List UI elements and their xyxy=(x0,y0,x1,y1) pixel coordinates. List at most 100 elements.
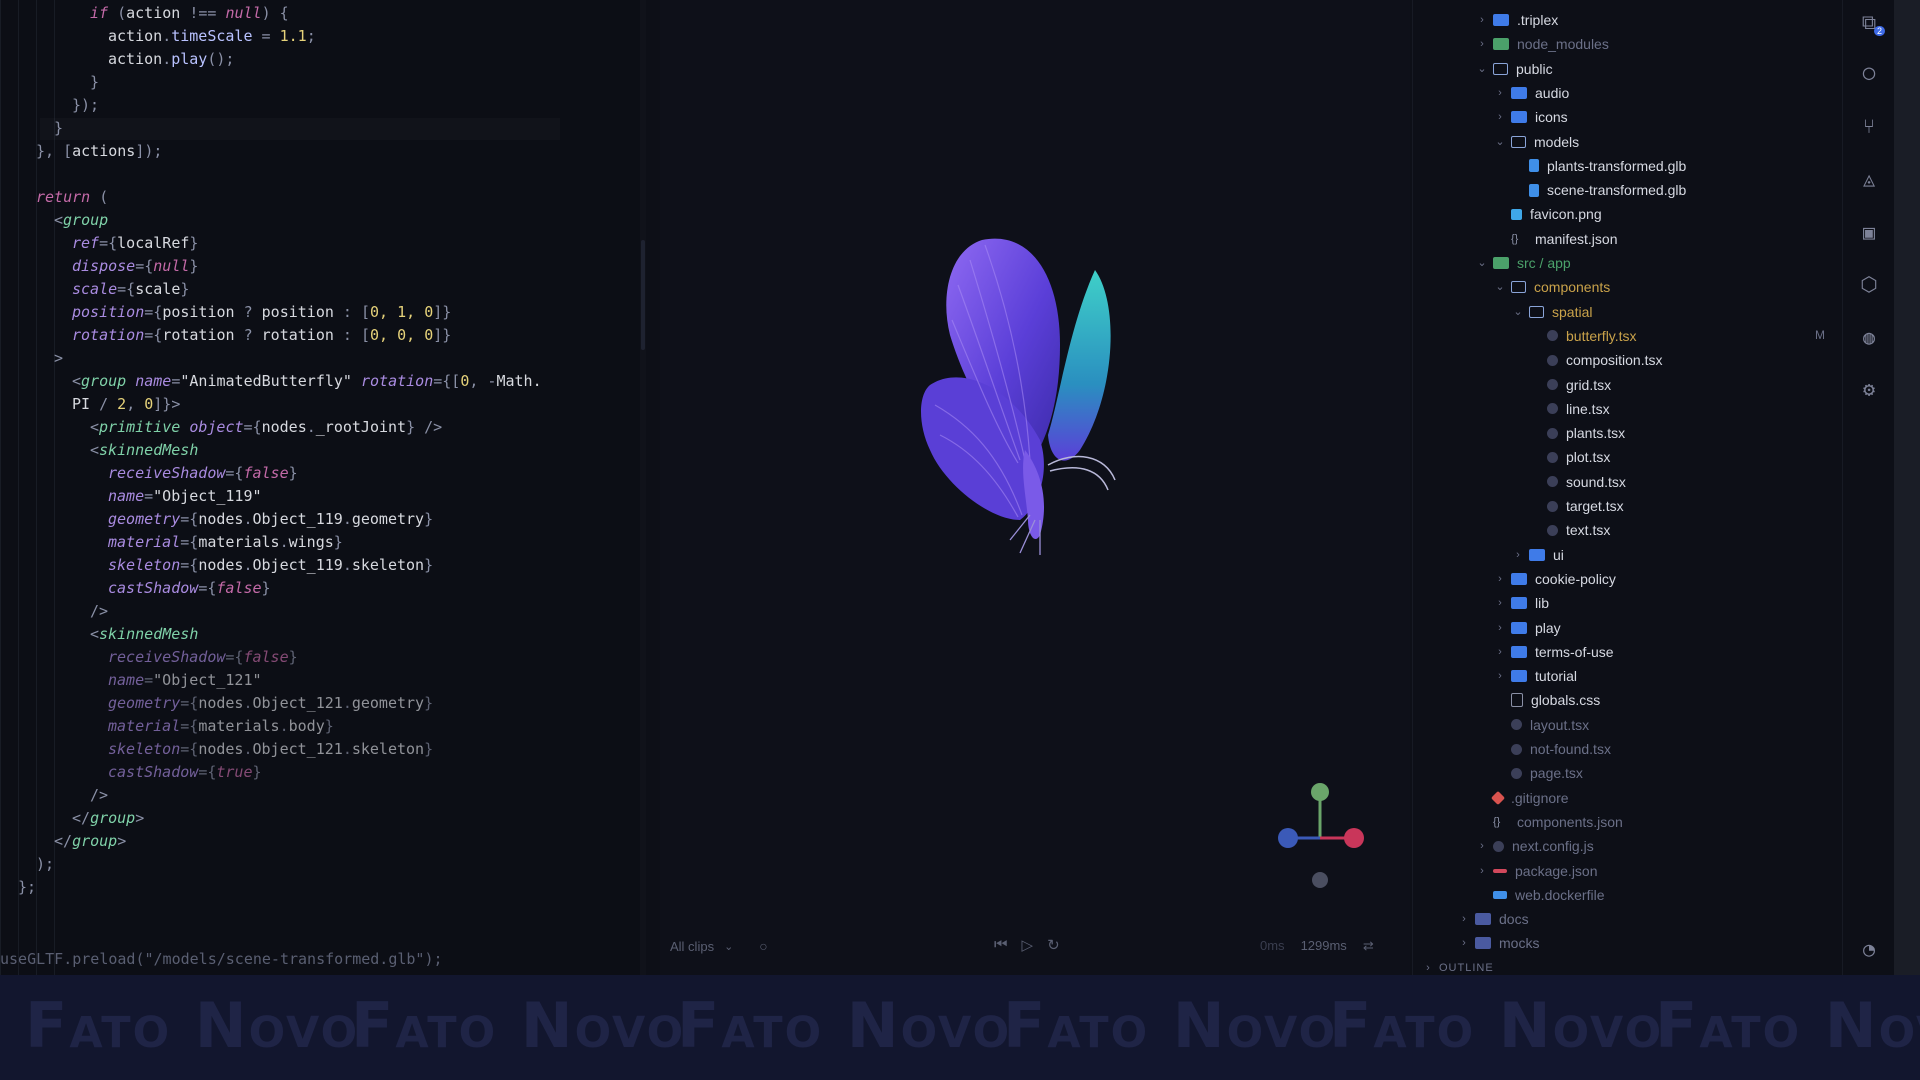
tree-item[interactable]: plot.tsx xyxy=(1529,446,1610,468)
code-line[interactable]: return ( xyxy=(36,186,108,209)
tree-item[interactable]: › .triplex xyxy=(1475,9,1558,31)
github-icon[interactable]: ◯ xyxy=(1855,58,1883,86)
gizmo-y-handle[interactable] xyxy=(1311,783,1329,801)
rewind-icon[interactable]: ⏮ xyxy=(994,936,1008,954)
tree-item[interactable]: globals.css xyxy=(1493,689,1600,711)
code-line[interactable]: } xyxy=(90,71,99,94)
chevron-down-icon[interactable]: ⌄ xyxy=(724,940,733,953)
gizmo-x-handle[interactable] xyxy=(1344,828,1364,848)
code-line[interactable]: <primitive object={nodes._rootJoint} /> xyxy=(90,416,442,439)
code-line[interactable]: action.timeScale = 1.1; xyxy=(108,25,316,48)
code-line[interactable]: skeleton={nodes.Object_121.skeleton} xyxy=(108,738,433,761)
play-icon[interactable]: ▷ xyxy=(1022,936,1034,954)
chevron-right-icon[interactable]: › xyxy=(1457,908,1471,930)
code-line[interactable]: <group name="AnimatedButterfly" rotation… xyxy=(72,370,542,393)
gizmo-z-handle[interactable] xyxy=(1278,828,1298,848)
tree-item[interactable]: favicon.png xyxy=(1493,203,1602,225)
code-line[interactable]: <skinnedMesh xyxy=(90,439,198,462)
chevron-right-icon[interactable]: › xyxy=(1493,641,1507,663)
globe-icon[interactable]: ◍ xyxy=(1855,323,1883,351)
tree-item[interactable]: layout.tsx xyxy=(1493,714,1589,736)
code-line[interactable]: /> xyxy=(90,784,108,807)
code-line[interactable]: }; xyxy=(18,876,36,899)
butterfly-model[interactable] xyxy=(890,235,1150,565)
tree-item[interactable]: line.tsx xyxy=(1529,398,1610,420)
tree-item[interactable]: grid.tsx xyxy=(1529,374,1611,396)
account-icon[interactable]: ◔ xyxy=(1855,935,1883,963)
chevron-down-icon[interactable]: ⌄ xyxy=(1493,131,1507,153)
tree-item[interactable]: butterfly.tsx xyxy=(1529,325,1637,347)
code-editor[interactable]: if (action !== null) {action.timeScale =… xyxy=(0,0,646,975)
tree-item[interactable]: not-found.tsx xyxy=(1493,738,1611,760)
tree-item[interactable]: › package.json xyxy=(1475,860,1597,882)
code-line[interactable]: }, [actions]); xyxy=(36,140,162,163)
tree-item[interactable]: scene-transformed.glb xyxy=(1511,179,1686,201)
loop-icon[interactable]: ○ xyxy=(759,938,767,954)
code-line[interactable]: /> xyxy=(90,600,108,623)
tree-item[interactable]: ⌄ components xyxy=(1493,276,1610,298)
code-line[interactable]: > xyxy=(54,347,63,370)
chevron-right-icon[interactable]: › xyxy=(1493,568,1507,590)
tree-item[interactable]: sound.tsx xyxy=(1529,471,1626,493)
tree-item[interactable]: plants-transformed.glb xyxy=(1511,155,1686,177)
chevron-right-icon[interactable]: › xyxy=(1475,835,1489,857)
code-line[interactable]: ); xyxy=(36,853,54,876)
code-line[interactable]: skeleton={nodes.Object_119.skeleton} xyxy=(108,554,433,577)
gizmo-neg-y-handle[interactable] xyxy=(1312,872,1328,888)
code-line[interactable]: useGLTF.preload("/models/scene-transform… xyxy=(0,948,443,971)
scrollbar-thumb[interactable] xyxy=(641,240,645,350)
clips-selector[interactable]: All clips ⌄ ○ xyxy=(670,938,768,954)
chevron-right-icon[interactable]: › xyxy=(1493,665,1507,687)
code-line[interactable]: scale={scale} xyxy=(72,278,189,301)
code-line[interactable]: receiveShadow={false} xyxy=(108,462,298,485)
code-line[interactable]: action.play(); xyxy=(108,48,234,71)
tree-item[interactable]: ⌄ spatial xyxy=(1511,301,1592,323)
chevron-right-icon[interactable]: › xyxy=(1475,860,1489,882)
chevron-right-icon[interactable]: › xyxy=(1457,932,1471,954)
code-line[interactable]: position={position ? position : [0, 1, 0… xyxy=(72,301,451,324)
tree-item[interactable]: {} manifest.json xyxy=(1493,228,1617,250)
code-line[interactable]: </group> xyxy=(54,830,126,853)
editor-scrollbar[interactable] xyxy=(640,0,646,975)
settings-icon[interactable]: ⚙ xyxy=(1855,375,1883,403)
chevron-right-icon[interactable]: › xyxy=(1511,544,1525,566)
restart-icon[interactable]: ↻ xyxy=(1047,936,1060,954)
code-line[interactable]: }); xyxy=(72,94,99,117)
code-line[interactable]: receiveShadow={false} xyxy=(108,646,298,669)
chevron-right-icon[interactable]: › xyxy=(1475,33,1489,55)
extensions-icon[interactable]: ⧉ 2 xyxy=(1855,8,1885,36)
docker-icon[interactable]: ◬ xyxy=(1855,165,1883,193)
tree-item[interactable]: {} components.json xyxy=(1475,811,1623,833)
tree-item[interactable]: › cookie-policy xyxy=(1493,568,1616,590)
code-line[interactable]: castShadow={true} xyxy=(108,761,262,784)
chevron-right-icon[interactable]: › xyxy=(1475,9,1489,31)
chevron-down-icon[interactable]: ⌄ xyxy=(1493,276,1507,298)
chevron-right-icon[interactable]: › xyxy=(1493,592,1507,614)
code-line[interactable]: ref={localRef} xyxy=(72,232,198,255)
tree-item[interactable]: › play xyxy=(1493,617,1561,639)
tree-item[interactable]: target.tsx xyxy=(1529,495,1624,517)
tree-item[interactable]: ⌄ public xyxy=(1475,58,1552,80)
chevron-down-icon[interactable]: ⌄ xyxy=(1475,58,1489,80)
code-line[interactable]: </group> xyxy=(72,807,144,830)
tree-item[interactable]: › terms-of-use xyxy=(1493,641,1613,663)
chevron-down-icon[interactable]: ⌄ xyxy=(1475,252,1489,274)
code-line[interactable]: <skinnedMesh xyxy=(90,623,198,646)
tree-item[interactable]: › node_modules xyxy=(1475,33,1609,55)
tree-item[interactable]: ⌄ src / app xyxy=(1475,252,1570,274)
code-line[interactable]: castShadow={false} xyxy=(108,577,271,600)
tree-item[interactable]: composition.tsx xyxy=(1529,349,1662,371)
tree-item[interactable]: › next.config.js xyxy=(1475,835,1594,857)
tree-item[interactable]: text.tsx xyxy=(1529,519,1610,541)
axis-gizmo[interactable] xyxy=(1275,778,1365,893)
code-line[interactable]: dispose={null} xyxy=(72,255,198,278)
code-line[interactable]: } xyxy=(54,117,63,140)
cube-icon[interactable]: ⬡ xyxy=(1855,270,1883,298)
tree-item[interactable]: ⌄ models xyxy=(1493,131,1579,153)
code-line[interactable]: <group xyxy=(54,209,108,232)
chevron-right-icon[interactable]: › xyxy=(1493,82,1507,104)
chevron-down-icon[interactable]: ⌄ xyxy=(1511,301,1525,323)
source-control-icon[interactable]: ⑂ xyxy=(1855,112,1883,140)
code-line[interactable]: geometry={nodes.Object_119.geometry} xyxy=(108,508,433,531)
tree-item[interactable]: plants.tsx xyxy=(1529,422,1625,444)
